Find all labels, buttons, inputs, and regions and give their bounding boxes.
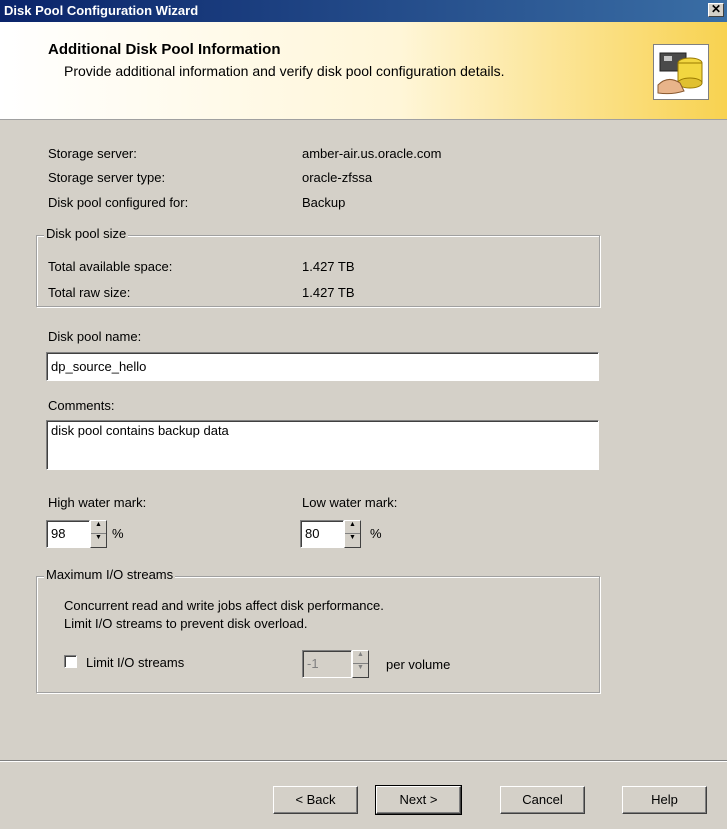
comments-label: Comments: bbox=[48, 398, 115, 413]
next-button[interactable]: Next > bbox=[375, 785, 462, 815]
spin-down-icon[interactable]: ▼ bbox=[91, 534, 106, 547]
footer-separator bbox=[0, 760, 727, 762]
limit-io-label[interactable]: Limit I/O streams bbox=[86, 655, 184, 670]
help-button[interactable]: Help bbox=[622, 786, 707, 814]
spin-up-icon[interactable]: ▲ bbox=[353, 651, 368, 664]
high-water-input[interactable]: 98 bbox=[46, 520, 90, 548]
high-water-percent: % bbox=[112, 526, 124, 541]
spin-up-icon[interactable]: ▲ bbox=[91, 521, 106, 534]
limit-io-checkbox[interactable] bbox=[64, 655, 77, 668]
high-water-label: High water mark: bbox=[48, 495, 147, 510]
page-title: Additional Disk Pool Information bbox=[48, 41, 281, 58]
server-type-label: Storage server type: bbox=[48, 170, 166, 185]
close-icon[interactable]: ✕ bbox=[708, 3, 724, 17]
low-water-label: Low water mark: bbox=[302, 495, 398, 510]
pool-name-label: Disk pool name: bbox=[48, 329, 142, 344]
io-desc-line1: Concurrent read and write jobs affect di… bbox=[64, 598, 384, 613]
window-title: Disk Pool Configuration Wizard bbox=[4, 3, 199, 18]
configured-for-label: Disk pool configured for: bbox=[48, 195, 189, 210]
storage-server-label: Storage server: bbox=[48, 146, 137, 161]
configured-for-value: Backup bbox=[302, 195, 346, 210]
raw-size-value: 1.427 TB bbox=[302, 285, 355, 300]
io-streams-spinner[interactable]: ▲ ▼ bbox=[352, 650, 369, 678]
wizard-window: Disk Pool Configuration Wizard ✕ Additio… bbox=[0, 0, 727, 829]
io-streams-input[interactable]: -1 bbox=[302, 650, 352, 678]
title-bar: Disk Pool Configuration Wizard ✕ bbox=[0, 0, 727, 22]
low-water-input[interactable]: 80 bbox=[300, 520, 344, 548]
storage-server-value: amber-air.us.oracle.com bbox=[302, 146, 442, 161]
pool-name-input[interactable]: dp_source_hello bbox=[46, 352, 599, 381]
low-water-spinner[interactable]: ▲ ▼ bbox=[344, 520, 361, 548]
server-type-value: oracle-zfssa bbox=[302, 170, 373, 185]
raw-size-label: Total raw size: bbox=[48, 285, 131, 300]
available-space-label: Total available space: bbox=[48, 259, 173, 274]
low-water-percent: % bbox=[370, 526, 382, 541]
disk-pool-size-title: Disk pool size bbox=[44, 226, 129, 241]
spin-up-icon[interactable]: ▲ bbox=[345, 521, 360, 534]
io-streams-title: Maximum I/O streams bbox=[44, 567, 176, 582]
per-volume-label: per volume bbox=[386, 657, 451, 672]
io-desc-line2: Limit I/O streams to prevent disk overlo… bbox=[64, 616, 308, 631]
cancel-button[interactable]: Cancel bbox=[500, 786, 585, 814]
wizard-header: Additional Disk Pool Information Provide… bbox=[0, 22, 727, 120]
available-space-value: 1.427 TB bbox=[302, 259, 355, 274]
page-subtitle: Provide additional information and verif… bbox=[64, 63, 505, 79]
spin-down-icon[interactable]: ▼ bbox=[353, 664, 368, 677]
spin-down-icon[interactable]: ▼ bbox=[345, 534, 360, 547]
back-button[interactable]: < Back bbox=[273, 786, 358, 814]
high-water-spinner[interactable]: ▲ ▼ bbox=[90, 520, 107, 548]
comments-textarea[interactable]: disk pool contains backup data bbox=[46, 420, 599, 470]
disk-pool-wizard-icon bbox=[653, 44, 709, 100]
